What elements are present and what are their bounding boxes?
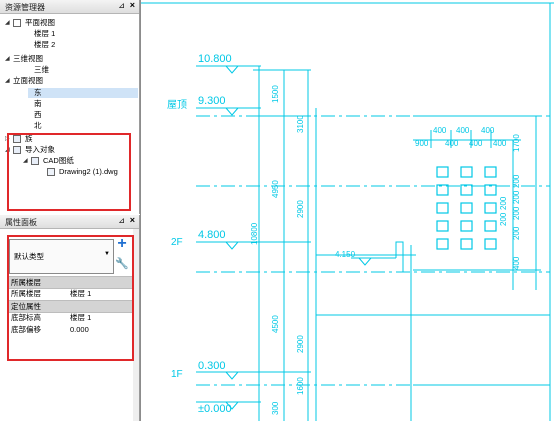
tree-node-elevation-views[interactable]: 立面视图 <box>13 76 43 86</box>
property-panel: 属性面板 ⊿ × 默认类型 ▼ + 🔧 所属楼层 所属楼层 楼层 1 定位属性 … <box>0 215 140 421</box>
dim-label: 3100 <box>296 115 305 133</box>
resource-manager-title: 资源管理器 <box>5 3 45 12</box>
dim-label: 400 <box>456 126 470 135</box>
level-value-0000: ±0.000 <box>198 403 232 415</box>
dim-label: 400 <box>469 139 483 148</box>
close-icon[interactable]: × <box>130 0 135 10</box>
level-name-1f: 1F <box>171 369 183 380</box>
tree-node-plan-views[interactable]: 平面视图 <box>25 18 55 28</box>
tree-node-floor-1[interactable]: 楼层 1 <box>34 29 55 39</box>
dim-label: 10800 <box>250 222 259 245</box>
small-level-value: 4.150 <box>335 250 356 259</box>
dim-label: 200 <box>499 212 508 226</box>
tree-node-west[interactable]: 西 <box>34 110 42 120</box>
property-panel-titlebar: 属性面板 ⊿ × <box>0 215 139 229</box>
window-grid <box>436 166 497 250</box>
elevation-drawing: 10.800 9.300 4.800 0.300 ±0.000 屋顶 2F 1F… <box>141 2 554 421</box>
tree-node-east[interactable]: 东 <box>28 88 138 98</box>
level-labels: 10.800 9.300 4.800 0.300 ±0.000 屋顶 2F 1F… <box>167 53 356 415</box>
dim-label: 4500 <box>271 315 280 333</box>
drawing-canvas[interactable]: 10.800 9.300 4.800 0.300 ±0.000 屋顶 2F 1F… <box>140 0 554 421</box>
pin-icon[interactable]: ⊿ <box>118 1 125 10</box>
right-dimension-labels: 1700 200 200 200 200 200 200 400 <box>499 134 521 270</box>
level-name-2f: 2F <box>171 237 183 248</box>
resource-manager-titlebar: 资源管理器 ⊿ × <box>0 0 139 14</box>
level-value-10800: 10.800 <box>198 53 232 65</box>
tree-node-south[interactable]: 南 <box>34 99 42 109</box>
level-name-roof: 屋顶 <box>167 99 187 111</box>
dim-label: 400 <box>445 139 459 148</box>
resource-manager-panel: 资源管理器 ⊿ × ◢ 平面视图 楼层 1 楼层 2 ◢ 三维视图 三维 ◢ 立… <box>0 0 140 214</box>
dim-label: 2900 <box>296 200 305 218</box>
expand-toggle-icon[interactable]: ◢ <box>5 18 10 28</box>
plan-view-icon <box>13 19 21 27</box>
dim-label: 400 <box>433 126 447 135</box>
dim-label: 200 <box>512 206 521 220</box>
dim-label: 900 <box>415 139 429 148</box>
dim-label: 400 <box>493 139 507 148</box>
expand-toggle-icon[interactable]: ◢ <box>5 54 10 64</box>
highlight-box-imported <box>7 133 131 211</box>
top-dimension-labels: 400 400 400 900 400 400 400 <box>415 126 507 148</box>
level-value-4800: 4.800 <box>198 229 226 241</box>
dim-label: 200 <box>499 196 508 210</box>
close-icon[interactable]: × <box>130 215 135 225</box>
drawing-lines <box>141 2 554 421</box>
property-panel-title: 属性面板 <box>5 218 37 227</box>
expand-toggle-icon[interactable]: ◢ <box>5 76 10 86</box>
level-value-9300: 9.300 <box>198 95 226 107</box>
dim-label: 1500 <box>271 85 280 103</box>
tree-node-north[interactable]: 北 <box>34 121 42 131</box>
dim-label: 200 <box>512 174 521 188</box>
dim-label: 400 <box>512 256 521 270</box>
left-dimension-labels: 1500 3100 4950 2900 10800 4500 2900 1600… <box>250 85 305 415</box>
dim-label: 200 <box>512 226 521 240</box>
dim-label: 400 <box>481 126 495 135</box>
highlight-box-properties <box>7 235 134 361</box>
dim-label: 1700 <box>512 134 521 152</box>
tree-node-floor-2[interactable]: 楼层 2 <box>34 40 55 50</box>
tree-node-3d-views[interactable]: 三维视图 <box>13 54 43 64</box>
pin-icon[interactable]: ⊿ <box>118 216 125 225</box>
dim-label: 300 <box>271 401 280 415</box>
dim-label: 1600 <box>296 377 305 395</box>
level-value-0300: 0.300 <box>198 360 226 372</box>
dim-label: 2900 <box>296 335 305 353</box>
dim-label: 200 <box>512 190 521 204</box>
dim-label: 4950 <box>271 180 280 198</box>
tree-node-3d[interactable]: 三维 <box>34 65 49 75</box>
